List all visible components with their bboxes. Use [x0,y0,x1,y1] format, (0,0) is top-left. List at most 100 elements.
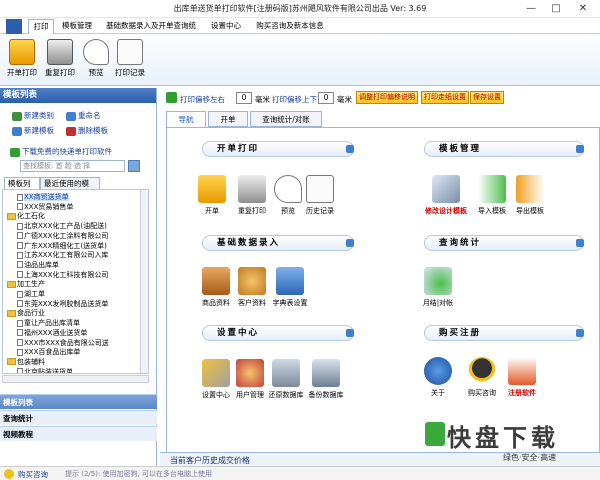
tab-template-list[interactable]: 模板列表 [4,177,40,199]
tree-item[interactable]: 江苏XXX化工有限公司入库 [17,250,108,260]
nav-query-stats[interactable]: 查询统计 [0,410,157,425]
item-label: 月结|对帐 [422,299,454,307]
register-software-button[interactable]: 注册软件 [502,357,542,398]
item-label: 历史记录 [306,207,334,215]
offset-ud-label: 打印偏移上下 [272,95,317,104]
maximize-button[interactable]: □ [545,0,567,18]
offset-toolbar: 打印偏移左右 0 毫米 打印偏移上下 0 毫米 调整打印偏移说明 打印走纸设置 … [160,88,600,108]
tree-hscrollbar[interactable] [2,375,149,383]
tools-icon [202,359,230,387]
tree-item[interactable]: 油品出库单 [17,260,59,270]
nav-video-tutorial[interactable]: 视频教程 [0,426,157,441]
tab-recent-templates[interactable]: 最近使用的模板 [40,177,100,199]
tree-item[interactable]: XXX市XXX食品有限公司送 [17,338,109,348]
tree-label: 东莞XXX发咧胶制品送货单 [24,299,109,308]
folder-icon [7,358,16,366]
printer-color-icon [198,175,226,203]
tree-item[interactable]: 东莞XXX发咧胶制品送货单 [17,299,108,309]
tree-item[interactable]: 上海XXX化工科技有限公司 [17,270,108,280]
template-tree[interactable]: XX商贸送货单 XXX贸易销售单 化工石化 北京XXX化工产品(油配送) 广德XXX化工… [2,189,149,374]
app-menu-button[interactable] [6,19,22,34]
tree-item[interactable]: 广东XXX精细化工(送货单) [17,241,107,251]
document-icon [17,290,23,298]
tree-label: 福州XXX酒业送货单 [24,328,88,337]
ribbon-reprint-button[interactable]: 重复打印 [42,37,78,85]
ribbon-preview-button[interactable]: 预览 [78,37,114,85]
tab-template-manage[interactable]: 模板管理 [58,19,96,34]
tab-basic-data[interactable]: 基础数据录入及开单查询统计 [100,19,202,44]
purchase-contact-link[interactable]: 购买咨询 [18,469,48,480]
rename-icon [66,111,76,121]
watermark-title: 快盘下载 [447,424,559,452]
offset-lr-input[interactable]: 0 [236,92,252,104]
backup-db-button[interactable]: 备份数据库 [306,359,346,400]
ribbon-open-print-button[interactable]: 开单打印 [4,37,40,85]
document-icon [17,348,23,356]
address-book-icon [276,267,304,295]
edit-template-button[interactable]: 修改设计模板 [425,175,467,216]
tab-billing[interactable]: 开单 [208,111,248,127]
document-icon [17,242,23,249]
tree-label: 化工石化 [17,212,45,221]
tree-folder[interactable]: 化工石化 [7,211,45,221]
rename-button[interactable]: 重命名 [66,110,101,121]
template-search-input[interactable]: 查找模板: 首 超 选 择 [20,160,125,172]
tree-item[interactable]: 湖工单 [17,289,45,299]
download-express-link[interactable]: 下载免费的快递单打印软件 [10,146,112,157]
save-settings-button[interactable]: 保存设置 [470,91,504,104]
monthly-reconcile-button[interactable]: 月结|对帐 [418,267,458,308]
tree-item[interactable]: XXX百食品出库单 [17,347,80,357]
tree-item[interactable]: 福州XXX酒业送货单 [17,328,87,338]
tab-print[interactable]: 打印 [28,19,54,34]
window-title: 出库单送货单打印软件[注册码版]苏州飓风软件有限公司出品 Ver: 3.69 [173,4,427,13]
tree-item[interactable]: XX商贸送货单 [17,192,69,202]
item-label: 注册软件 [508,389,536,397]
tree-folder[interactable]: 包装辅料 [7,357,45,367]
ribbon-toolbar: 开单打印 重复打印 预览 打印记录 [0,34,600,86]
tab-purchase-info[interactable]: 购买咨询及新本信息 [250,19,330,34]
tree-label: 油品出库单 [24,260,59,269]
tree-label: 食品行业 [17,309,45,318]
box-icon [202,267,230,295]
tree-label: 湖工单 [24,290,45,298]
paper-setting-button[interactable]: 打印走纸设置 [421,91,469,104]
shopping-cart-icon [508,357,536,385]
tree-folder[interactable]: 加工生产 [7,279,45,289]
printer-icon [47,39,73,65]
tree-item[interactable]: XXX贸易销售单 [17,202,73,212]
tab-query-reconcile[interactable]: 查询统计/对账 [250,111,322,127]
delete-icon [66,126,76,136]
offset-lr-label: 打印偏移左右 [180,95,225,104]
new-template-button[interactable]: 新建模板 [12,125,54,136]
document-icon [17,271,23,279]
dictionary-settings-button[interactable]: 字典表设置 [270,267,310,308]
nav-template-list[interactable]: 模板列表 [0,394,157,409]
minimize-button[interactable]: — [520,0,542,18]
document-icon [17,203,23,211]
tree-item[interactable]: 童让产品出库清单 [17,318,80,328]
tree-label: 广德XXX化工涂料有限公司 [24,231,109,240]
new-category-button[interactable]: 新建类别 [12,110,54,121]
close-button[interactable]: ✕ [572,0,594,18]
left-panel: 模板列表 新建类别 重命名 新建模板 删除模板 下载免费的快递单打印软件 查找模… [0,88,157,480]
ribbon-print-log-button[interactable]: 打印记录 [112,37,148,85]
folder-add-icon [12,111,22,121]
offset-help-button[interactable]: 调整打印偏移说明 [356,91,418,104]
history-button[interactable]: 历史记录 [300,175,340,216]
search-go-icon[interactable] [128,160,140,172]
export-template-button[interactable]: 导出模板 [510,175,550,216]
delete-template-button[interactable]: 删除模板 [66,125,108,136]
tree-item[interactable]: 广德XXX化工涂料有限公司 [17,231,108,241]
tree-item[interactable]: 北京XXX化工产品(油配送) [17,221,107,231]
tab-settings[interactable]: 设置中心 [206,19,246,34]
tree-item[interactable]: 北京贴装送货单 [17,367,73,373]
tree-scrollbar[interactable] [140,190,148,373]
action-label: 新建模板 [24,126,54,135]
offset-ud-input[interactable]: 0 [318,92,334,104]
magnifier-icon [274,175,302,203]
tree-label: XXX贸易销售单 [24,202,74,211]
tree-folder[interactable]: 食品行业 [7,308,45,318]
export-arrow-icon [516,175,544,203]
tab-navigation[interactable]: 导航 [166,111,206,127]
document-icon [17,261,23,269]
